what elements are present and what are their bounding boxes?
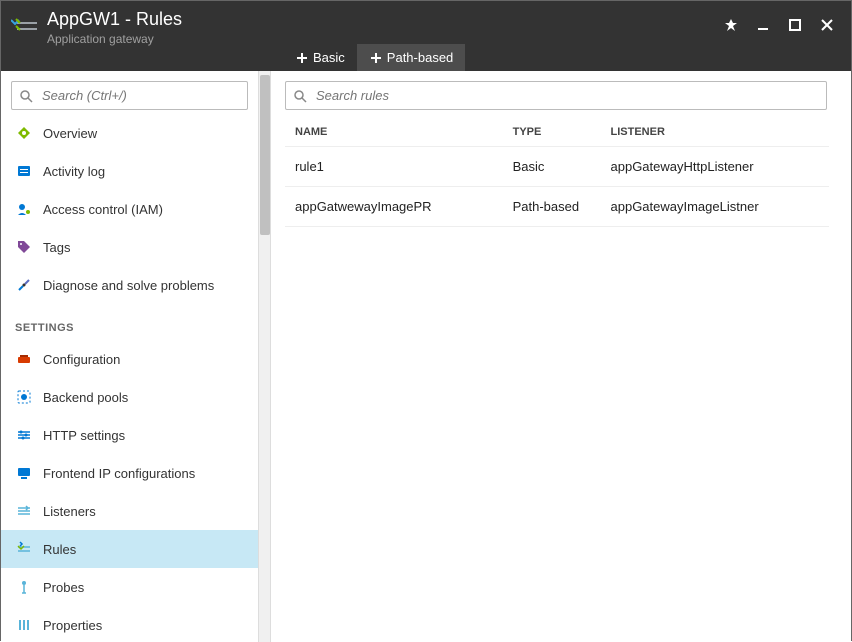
sidebar-item-configuration[interactable]: Configuration xyxy=(1,340,258,378)
sidebar-search[interactable] xyxy=(11,81,248,110)
backend-pools-icon xyxy=(15,388,33,406)
sidebar-item-backend-pools[interactable]: Backend pools xyxy=(1,378,258,416)
properties-icon xyxy=(15,616,33,634)
sidebar-item-label: Access control (IAM) xyxy=(43,202,163,217)
rules-table: NAME TYPE LISTENER rule1BasicappGatewayH… xyxy=(285,118,829,227)
settings-header: SETTINGS xyxy=(1,304,258,340)
sidebar-item-rules[interactable]: Rules xyxy=(1,530,258,568)
sidebar-item-http-settings[interactable]: HTTP settings xyxy=(1,416,258,454)
sidebar-item-tags[interactable]: Tags xyxy=(1,228,258,266)
cell-type: Basic xyxy=(503,147,601,187)
configuration-icon xyxy=(15,350,33,368)
titlebar: AppGW1 - Rules Application gateway Basic… xyxy=(1,1,851,71)
tab-basic[interactable]: Basic xyxy=(283,44,357,71)
pin-button[interactable] xyxy=(719,13,743,37)
http-settings-icon xyxy=(15,426,33,444)
scrollbar-thumb[interactable] xyxy=(260,75,270,235)
probes-icon xyxy=(15,578,33,596)
sidebar-item-activity-log[interactable]: Activity log xyxy=(1,152,258,190)
sidebar: Overview Activity log Access control (IAM)… xyxy=(1,71,259,642)
sidebar-item-frontend-ip[interactable]: Frontend IP configurations xyxy=(1,454,258,492)
sidebar-item-label: Properties xyxy=(43,618,102,633)
tab-path-based[interactable]: Path-based xyxy=(357,44,466,71)
toolbar-tabs: Basic Path-based xyxy=(283,44,465,71)
search-icon xyxy=(19,89,33,103)
sidebar-item-label: Overview xyxy=(43,126,97,141)
minimize-button[interactable] xyxy=(751,13,775,37)
sidebar-item-label: HTTP settings xyxy=(43,428,125,443)
frontend-ip-icon xyxy=(15,464,33,482)
diagnose-icon xyxy=(15,276,33,294)
sidebar-item-overview[interactable]: Overview xyxy=(1,114,258,152)
rules-search[interactable] xyxy=(285,81,827,110)
cell-listener: appGatewayHttpListener xyxy=(601,147,830,187)
sidebar-item-access-control[interactable]: Access control (IAM) xyxy=(1,190,258,228)
column-type[interactable]: TYPE xyxy=(503,118,601,147)
sidebar-general-group: Overview Activity log Access control (IAM)… xyxy=(1,114,258,304)
overview-icon xyxy=(15,124,33,142)
tags-icon xyxy=(15,238,33,256)
tab-label: Path-based xyxy=(387,50,454,65)
sidebar-item-probes[interactable]: Probes xyxy=(1,568,258,606)
sidebar-item-label: Diagnose and solve problems xyxy=(43,278,214,293)
sidebar-item-label: Tags xyxy=(43,240,70,255)
sidebar-item-label: Listeners xyxy=(43,504,96,519)
search-icon xyxy=(293,89,307,103)
sidebar-item-label: Activity log xyxy=(43,164,105,179)
sidebar-scrollbar[interactable] xyxy=(259,71,271,642)
cell-listener: appGatewayImageListner xyxy=(601,187,830,227)
main-content: NAME TYPE LISTENER rule1BasicappGatewayH… xyxy=(271,71,851,642)
table-row[interactable]: appGatwewayImagePRPath-basedappGatewayIm… xyxy=(285,187,829,227)
sidebar-item-label: Probes xyxy=(43,580,84,595)
close-button[interactable] xyxy=(815,13,839,37)
sidebar-item-listeners[interactable]: Listeners xyxy=(1,492,258,530)
appgw-icon xyxy=(11,15,39,39)
page-title: AppGW1 - Rules xyxy=(47,9,719,30)
tab-label: Basic xyxy=(313,50,345,65)
sidebar-item-label: Backend pools xyxy=(43,390,128,405)
sidebar-item-label: Rules xyxy=(43,542,76,557)
sidebar-settings-group: Configuration Backend pools HTTP settings F… xyxy=(1,340,258,642)
cell-name: rule1 xyxy=(285,147,503,187)
table-row[interactable]: rule1BasicappGatewayHttpListener xyxy=(285,147,829,187)
cell-type: Path-based xyxy=(503,187,601,227)
access-control-icon xyxy=(15,200,33,218)
sidebar-item-label: Configuration xyxy=(43,352,120,367)
sidebar-item-diagnose[interactable]: Diagnose and solve problems xyxy=(1,266,258,304)
activity-log-icon xyxy=(15,162,33,180)
rules-search-input[interactable] xyxy=(285,81,827,110)
rules-icon xyxy=(15,540,33,558)
maximize-button[interactable] xyxy=(783,13,807,37)
cell-name: appGatwewayImagePR xyxy=(285,187,503,227)
listeners-icon xyxy=(15,502,33,520)
sidebar-item-properties[interactable]: Properties xyxy=(1,606,258,642)
plus-icon xyxy=(295,51,309,65)
column-listener[interactable]: LISTENER xyxy=(601,118,830,147)
plus-icon xyxy=(369,51,383,65)
sidebar-search-input[interactable] xyxy=(11,81,248,110)
column-name[interactable]: NAME xyxy=(285,118,503,147)
sidebar-item-label: Frontend IP configurations xyxy=(43,466,195,481)
